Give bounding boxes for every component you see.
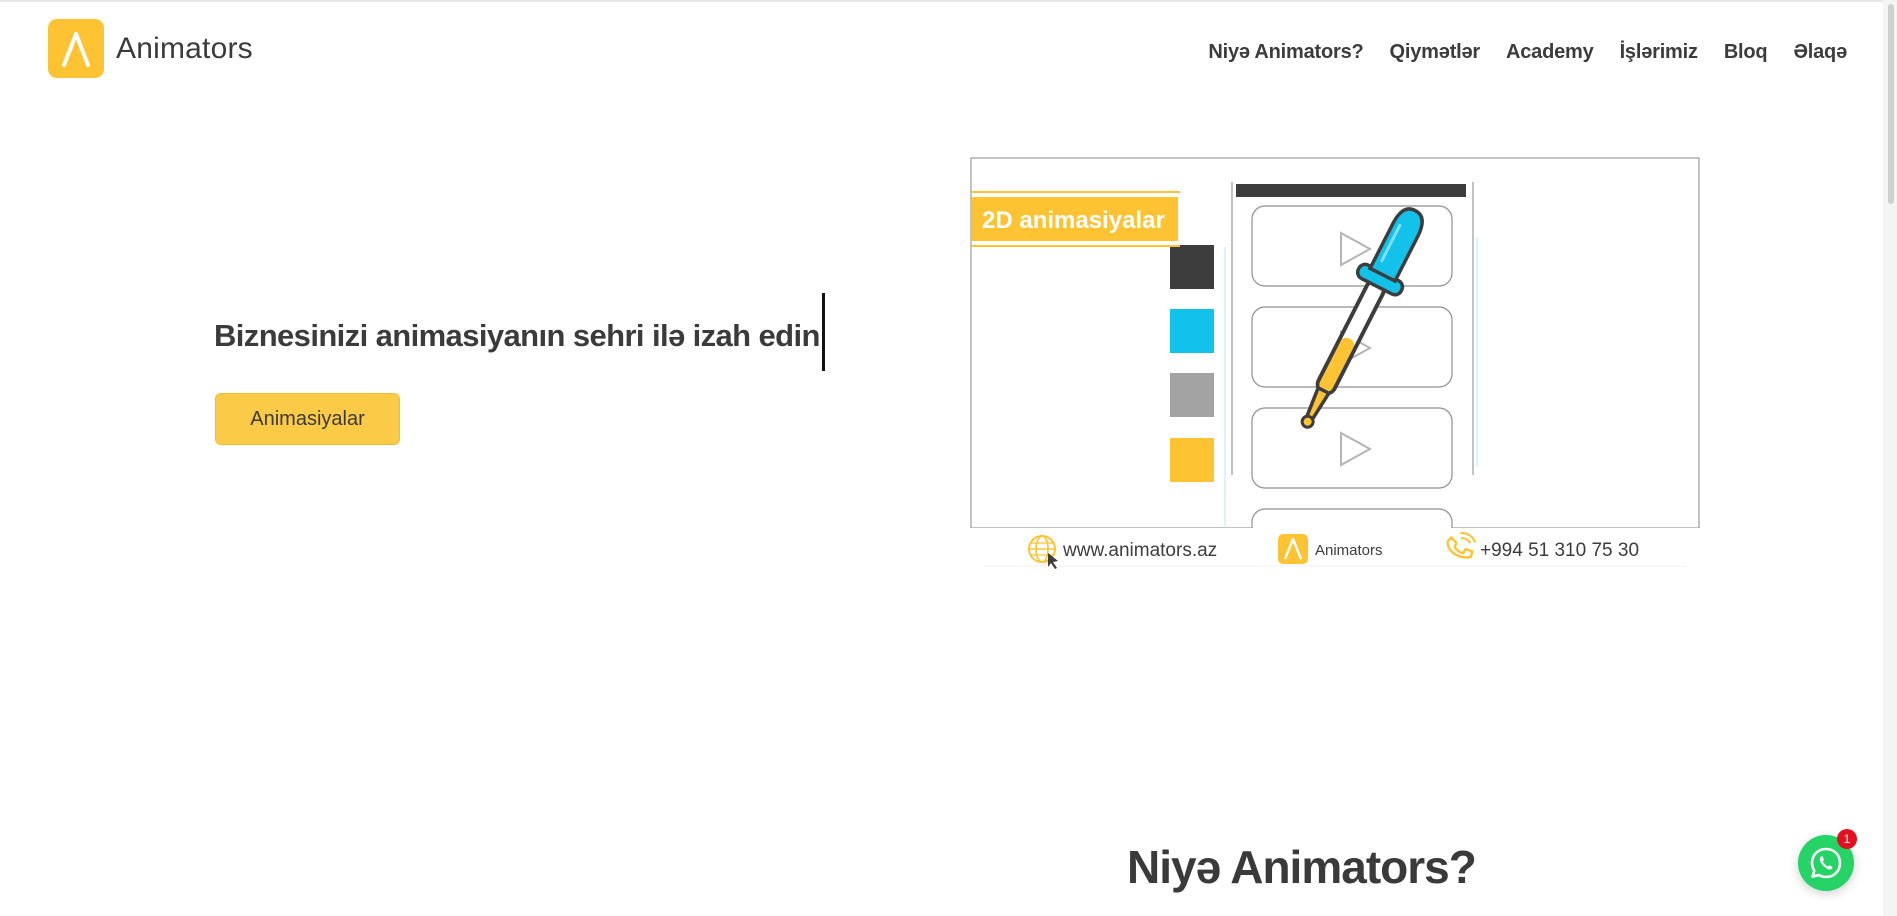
nav-blog[interactable]: Bloq [1724,41,1768,64]
scrollbar-thumb[interactable] [1888,4,1894,204]
swatch-dark [1170,245,1214,289]
main-nav: Niyə Animators? Qiymətlər Academy İşləri… [1182,41,1847,64]
frame-3 [1251,407,1453,489]
nav-works[interactable]: İşlərimiz [1620,41,1698,64]
nav-contact[interactable]: Əlaqə [1793,41,1847,64]
animations-button[interactable]: Animasiyalar [215,393,400,445]
swatch-cyan [1170,309,1214,353]
logo-a-icon [48,19,104,78]
illustration-phone: +994 51 310 75 30 [1480,540,1639,561]
illustration-label: 2D animasiyalar [982,207,1165,234]
hero-illustration: 2D animasiyalar www.animators.az Animato… [970,157,1700,572]
swatch-yellow [1170,438,1214,482]
typing-caret [822,293,825,371]
strip-top-bar [1236,184,1466,197]
hero-title: Biznesinizi animasiyanın sehri ilə izah … [214,318,820,353]
whatsapp-badge: 1 [1837,829,1857,849]
nav-prices[interactable]: Qiymətlər [1390,41,1481,64]
nav-why-animators[interactable]: Niyə Animators? [1208,41,1363,64]
brand-logo[interactable]: Animators [48,19,253,78]
illustration-brand: Animators [1315,542,1383,559]
swatch-gray [1170,373,1214,417]
logo-a-icon [1278,534,1308,564]
top-border [0,0,1897,2]
whatsapp-icon [1810,847,1842,879]
illustration-website: www.animators.az [1062,540,1217,561]
nav-academy[interactable]: Academy [1506,41,1594,64]
brand-name: Animators [116,31,253,65]
page-scrollbar[interactable] [1883,0,1897,916]
why-animators-heading: Niyə Animators? [1127,841,1477,893]
